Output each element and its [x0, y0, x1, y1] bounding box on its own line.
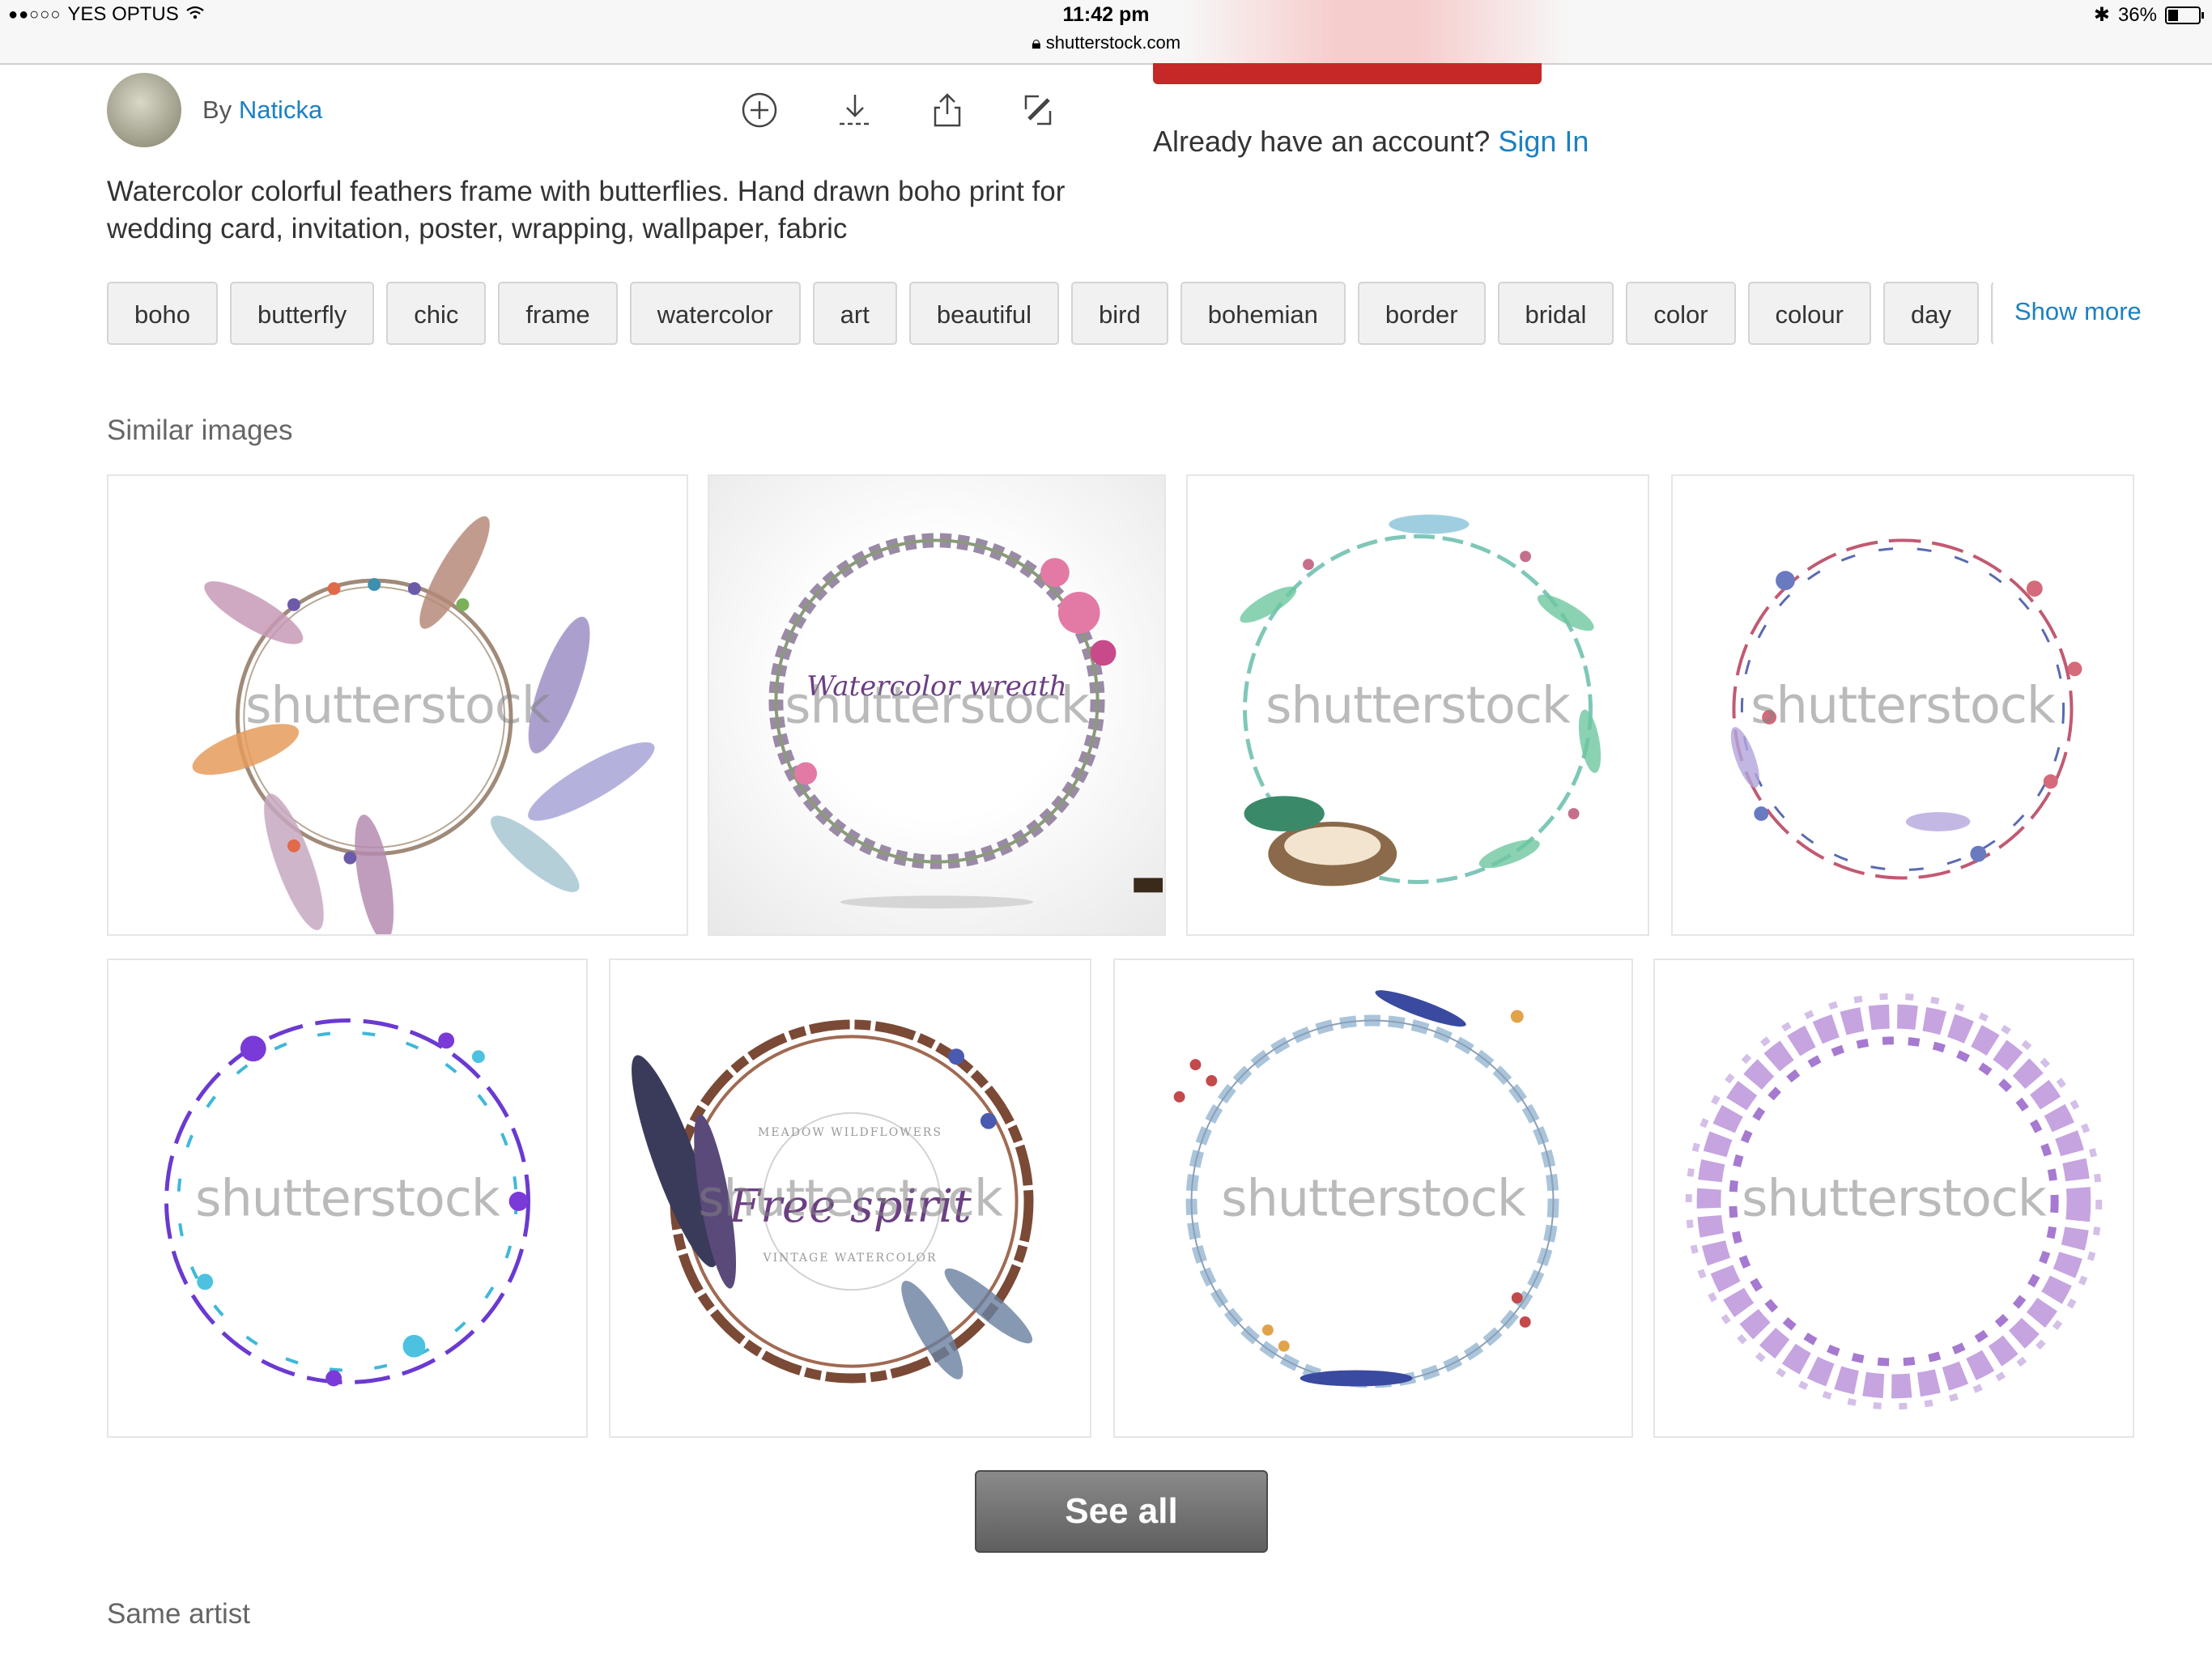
- wreath-ring-text-top: MEADOW WILDFLOWERS: [758, 1126, 942, 1139]
- bluetooth-icon: ✱: [2093, 4, 2110, 26]
- status-bar: ●●○○○ YES OPTUS 11:42 pm 🔒︎ shutterstock…: [0, 0, 2212, 65]
- author-link[interactable]: Naticka: [239, 96, 322, 124]
- keyword-tag[interactable]: bird: [1071, 282, 1168, 345]
- show-more-link[interactable]: Show more: [2014, 297, 2142, 326]
- keyword-tag[interactable]: butterfly: [229, 282, 375, 345]
- add-circle-icon[interactable]: [737, 87, 782, 133]
- battery-icon: [2165, 6, 2204, 24]
- floral-wreath-illustration: [1730, 538, 2082, 880]
- avatar[interactable]: [107, 73, 181, 147]
- similar-image-6[interactable]: MEADOW WILDFLOWERS Free spirit VINTAGE W…: [609, 959, 1091, 1438]
- similar-image-3[interactable]: shutterstock: [1186, 474, 1649, 936]
- share-icon[interactable]: [925, 87, 970, 133]
- signup-button[interactable]: [1153, 63, 1542, 84]
- edit-icon[interactable]: [1015, 87, 1061, 133]
- keyword-tag[interactable]: boho: [107, 282, 218, 345]
- similar-image-5[interactable]: shutterstock: [107, 959, 588, 1438]
- wreath-caption: Free spirit: [729, 1180, 972, 1233]
- eucalyptus-wreath-illustration: [1173, 990, 1559, 1388]
- keyword-tag[interactable]: day: [1882, 282, 1979, 345]
- lock-icon: 🔒︎: [1031, 32, 1041, 53]
- keyword-tag[interactable]: colour: [1747, 282, 1871, 345]
- section-title-similar: Similar images: [107, 414, 293, 446]
- account-prompt: Already have an account? Sign In: [1153, 125, 1589, 159]
- similar-image-2[interactable]: Watercolor wreath shutterstock: [708, 474, 1166, 936]
- leaf-wreath-illustration: [1240, 514, 1602, 886]
- wreath-ring-text-bottom: VINTAGE WATERCOLOR: [763, 1252, 938, 1265]
- keyword-tag[interactable]: bohemian: [1180, 282, 1346, 345]
- wreath-caption: Watercolor wreath: [806, 670, 1067, 703]
- keyword-tag[interactable]: bridal: [1497, 282, 1614, 345]
- similar-image-4[interactable]: shutterstock: [1671, 474, 2134, 936]
- similar-image-7[interactable]: shutterstock: [1113, 959, 1633, 1438]
- url-text: shutterstock.com: [1045, 32, 1181, 53]
- keyword-tag[interactable]: beautiful: [908, 282, 1060, 345]
- keyword-tag[interactable]: color: [1626, 282, 1736, 345]
- section-title-same-artist: Same artist: [107, 1598, 250, 1630]
- download-icon[interactable]: [832, 87, 878, 133]
- clock: 11:42 pm: [1062, 3, 1150, 26]
- battery-fill: [2168, 9, 2179, 21]
- similar-image-8[interactable]: shutterstock: [1653, 959, 2134, 1438]
- keyword-list: boho butterfly chic frame watercolor art beaut…: [107, 282, 1993, 348]
- purple-floral-wreath-illustration: [164, 1018, 530, 1387]
- see-all-button[interactable]: See all: [975, 1470, 1268, 1553]
- battery-percent: 36%: [2117, 3, 2157, 26]
- author-prefix: By: [202, 96, 232, 124]
- keyword-tag[interactable]: frame: [498, 282, 618, 345]
- similar-image-1[interactable]: shutterstock: [107, 474, 688, 936]
- keyword-tag[interactable]: watercolor: [629, 282, 801, 345]
- author-byline: By Naticka: [202, 96, 322, 125]
- lavender-wreath-illustration: [1685, 993, 2103, 1410]
- url-bar[interactable]: 🔒︎ shutterstock.com: [0, 32, 2212, 53]
- battery-status: ✱ 36%: [2093, 3, 2204, 27]
- sign-in-link[interactable]: Sign In: [1498, 125, 1589, 158]
- keyword-tag[interactable]: art: [812, 282, 897, 345]
- account-prompt-text: Already have an account?: [1153, 125, 1491, 158]
- image-description: Watercolor colorful feathers frame with …: [107, 176, 1066, 244]
- keyword-tag-partial[interactable]: [1990, 282, 1993, 345]
- keyword-tag[interactable]: border: [1357, 282, 1486, 345]
- keyword-tag[interactable]: chic: [386, 282, 487, 345]
- feather-wreath-illustration: [192, 516, 655, 934]
- watercolor-wreath-illustration: [768, 533, 1163, 909]
